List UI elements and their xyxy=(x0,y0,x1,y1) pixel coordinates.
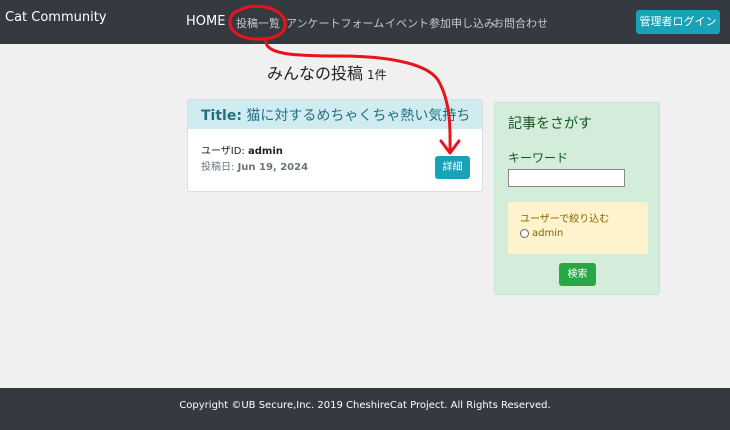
nav-contact-link[interactable]: お問合わせ xyxy=(493,15,548,31)
radio-icon[interactable] xyxy=(520,229,529,238)
post-count: 1件 xyxy=(367,68,387,82)
post-user: ユーザID: admin xyxy=(201,142,283,157)
search-panel: 記事をさがす キーワード ユーザーで絞り込む admin 検索 xyxy=(494,102,660,295)
post-date-value: Jun 19, 2024 xyxy=(237,162,309,173)
user-filter-box: ユーザーで絞り込む admin xyxy=(508,202,648,254)
user-option-admin[interactable]: admin xyxy=(520,228,563,239)
nav-survey-link[interactable]: アンケートフォーム xyxy=(286,15,384,31)
brand-link[interactable]: Cat Community xyxy=(5,10,107,25)
keyword-label: キーワード xyxy=(508,151,569,165)
post-date-label: 投稿日: xyxy=(201,162,235,173)
page-title: みんなの投稿 1件 xyxy=(267,60,387,84)
nav-posts-link[interactable]: 投稿一覧 xyxy=(236,15,280,31)
nav-event-link[interactable]: イベント参加申し込み xyxy=(385,15,495,31)
post-user-label: ユーザID: xyxy=(201,146,245,157)
page-title-text: みんなの投稿 xyxy=(267,64,364,83)
keyword-input[interactable] xyxy=(508,169,625,187)
post-date: 投稿日: Jun 19, 2024 xyxy=(201,158,308,173)
post-title: Title: 猫に対するめちゃくちゃ熱い気持ち xyxy=(201,108,471,125)
post-title-text: 猫に対するめちゃくちゃ熱い気持ち xyxy=(246,108,471,124)
admin-login-button[interactable]: 管理者ログイン xyxy=(636,10,720,34)
user-option-label: admin xyxy=(532,228,564,239)
user-filter-label: ユーザーで絞り込む xyxy=(520,214,610,225)
post-user-value: admin xyxy=(248,146,283,157)
detail-button[interactable]: 詳細 xyxy=(435,156,470,179)
navbar: Cat Community HOME 投稿一覧 アンケートフォーム イベント参加… xyxy=(0,0,730,44)
post-card: Title: 猫に対するめちゃくちゃ熱い気持ち ユーザID: admin 投稿日… xyxy=(187,99,483,192)
post-title-label: Title: xyxy=(201,108,242,124)
search-panel-title: 記事をさがす xyxy=(508,116,592,132)
nav-home-link[interactable]: HOME xyxy=(186,14,225,29)
footer: Copyright ©UB Secure,Inc. 2019 CheshireC… xyxy=(0,388,730,430)
footer-copyright: Copyright ©UB Secure,Inc. 2019 CheshireC… xyxy=(179,400,551,411)
search-button[interactable]: 検索 xyxy=(559,263,596,286)
